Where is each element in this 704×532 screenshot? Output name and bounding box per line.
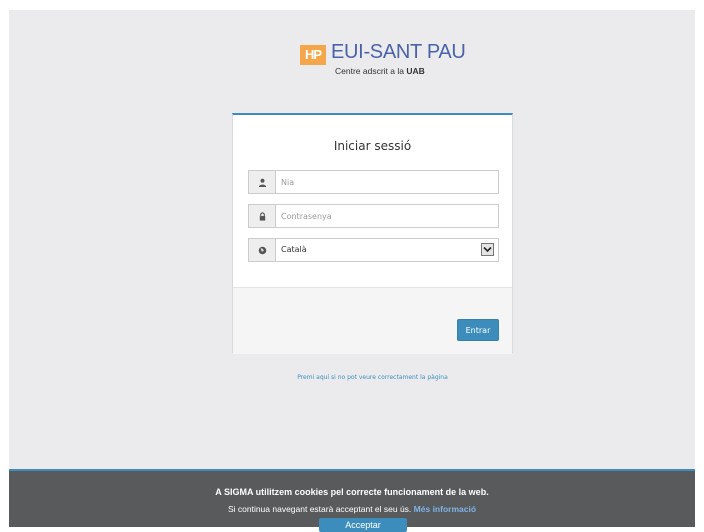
- display-help-link[interactable]: Premi aquí si no pot veure correctament …: [232, 374, 513, 381]
- cookie-consent-text: Si continua navegant estarà acceptant el…: [9, 504, 695, 514]
- login-title: Iniciar sessió: [333, 139, 412, 153]
- cookie-banner: A SIGMA utilitzem cookies pel correcte f…: [9, 469, 695, 532]
- login-card-footer: Entrar: [233, 287, 512, 354]
- more-info-link[interactable]: Més informació: [414, 504, 476, 514]
- logo-title: EUI-SANT PAU: [331, 41, 466, 63]
- entrar-button[interactable]: Entrar: [457, 319, 499, 341]
- logo-subtitle-uab: UAB: [406, 66, 425, 76]
- login-card: Iniciar sessió Català: [232, 113, 513, 354]
- user-icon: [249, 171, 276, 193]
- chevron-down-icon[interactable]: [481, 243, 494, 256]
- language-selected: Català: [281, 245, 307, 254]
- cookie-consent-message: Si continua navegant estarà acceptant el…: [227, 504, 412, 514]
- logo-subtitle-text: Centre adscrit a la: [335, 66, 404, 76]
- password-input[interactable]: [281, 208, 491, 224]
- password-field[interactable]: [248, 204, 499, 228]
- nia-input[interactable]: [281, 174, 491, 190]
- language-select[interactable]: Català: [248, 238, 499, 262]
- logo-subtitle: Centre adscrit a la UAB: [335, 66, 425, 76]
- lock-icon: [249, 205, 276, 227]
- cookie-message: A SIGMA utilitzem cookies pel correcte f…: [215, 487, 489, 497]
- globe-icon: [249, 239, 276, 261]
- accept-cookies-button[interactable]: Acceptar: [319, 518, 407, 532]
- nia-field[interactable]: [248, 170, 499, 194]
- logo-mark: HP: [300, 45, 326, 65]
